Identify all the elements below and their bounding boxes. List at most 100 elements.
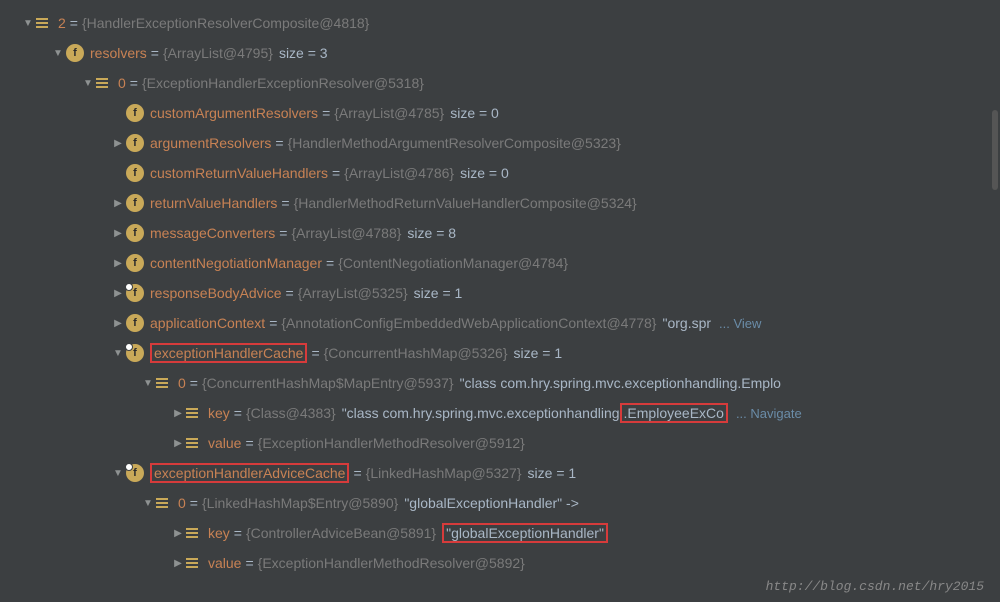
- var-value: {ArrayList@4795}: [163, 45, 273, 61]
- var-name: argumentResolvers: [150, 135, 271, 151]
- var-value: {ControllerAdviceBean@5891}: [246, 525, 436, 541]
- collapse-icon[interactable]: ▶: [170, 435, 186, 451]
- field-icon: f: [126, 254, 144, 272]
- equals: =: [326, 255, 334, 271]
- collapse-icon[interactable]: ▶: [110, 225, 126, 241]
- var-name: 0: [178, 495, 186, 511]
- tree-row-applicationContext[interactable]: ▶ f applicationContext = {AnnotationConf…: [0, 308, 1000, 338]
- tree-row-returnValueHandlers[interactable]: ▶ f returnValueHandlers = {HandlerMethod…: [0, 188, 1000, 218]
- collapse-icon[interactable]: ▶: [170, 405, 186, 421]
- var-name-highlighted: exceptionHandlerAdviceCache: [150, 463, 349, 483]
- tree-row-exceptionHandlerCache[interactable]: ▼ f exceptionHandlerCache = {ConcurrentH…: [0, 338, 1000, 368]
- var-value: {ExceptionHandlerMethodResolver@5912}: [258, 435, 525, 451]
- var-extra: size = 0: [460, 165, 509, 181]
- var-value: {ArrayList@4786}: [344, 165, 454, 181]
- tree-row-ehac-key[interactable]: ▶ key = {ControllerAdviceBean@5891} "glo…: [0, 518, 1000, 548]
- collapse-icon[interactable]: ▶: [110, 255, 126, 271]
- expand-icon[interactable]: ▼: [110, 465, 126, 481]
- list-icon: [36, 15, 52, 31]
- collapse-icon[interactable]: ▶: [110, 285, 126, 301]
- watermark: http://blog.csdn.net/hry2015: [766, 579, 984, 594]
- expand-icon[interactable]: ▼: [110, 345, 126, 361]
- var-value: {ArrayList@5325}: [298, 285, 408, 301]
- expand-icon[interactable]: ▼: [80, 75, 96, 91]
- field-icon: f: [126, 134, 144, 152]
- var-value: {HandlerMethodReturnValueHandlerComposit…: [294, 195, 637, 211]
- equals: =: [130, 75, 138, 91]
- var-name: value: [208, 435, 241, 451]
- equals: =: [234, 405, 242, 421]
- expand-icon[interactable]: ▼: [50, 45, 66, 61]
- var-value: {Class@4383}: [246, 405, 336, 421]
- collapse-icon[interactable]: ▶: [170, 525, 186, 541]
- var-extra: size = 0: [450, 105, 499, 121]
- expand-icon[interactable]: ▼: [140, 375, 156, 391]
- equals: =: [190, 495, 198, 511]
- equals: =: [245, 435, 253, 451]
- tree-row-contentNegotiationManager[interactable]: ▶ f contentNegotiationManager = {Content…: [0, 248, 1000, 278]
- collapse-icon[interactable]: ▶: [110, 135, 126, 151]
- equals: =: [322, 105, 330, 121]
- equals: =: [311, 345, 319, 361]
- collapse-icon[interactable]: ▶: [170, 555, 186, 571]
- navigate-link[interactable]: ... Navigate: [736, 406, 802, 421]
- collapse-icon[interactable]: ▶: [110, 315, 126, 331]
- list-icon: [96, 75, 112, 91]
- view-link[interactable]: ... View: [719, 316, 761, 331]
- tree-row-ehac-0[interactable]: ▼ 0 = {LinkedHashMap$Entry@5890} "global…: [0, 488, 1000, 518]
- field-icon: f: [126, 284, 144, 302]
- var-value: {ConcurrentHashMap$MapEntry@5937}: [202, 375, 454, 391]
- list-icon: [156, 495, 172, 511]
- equals: =: [269, 315, 277, 331]
- equals: =: [275, 135, 283, 151]
- var-name: 0: [118, 75, 126, 91]
- var-string: "globalExceptionHandler" ->: [404, 495, 579, 511]
- expand-icon[interactable]: ▼: [20, 15, 36, 31]
- list-icon: [186, 405, 202, 421]
- debug-variables-tree[interactable]: ▼ 2 = {HandlerExceptionResolverComposite…: [0, 0, 1000, 586]
- tree-row-resolvers[interactable]: ▼ f resolvers = {ArrayList@4795} size = …: [0, 38, 1000, 68]
- tree-row-responseBodyAdvice[interactable]: ▶ f responseBodyAdvice = {ArrayList@5325…: [0, 278, 1000, 308]
- tree-row-ehac-value[interactable]: ▶ value = {ExceptionHandlerMethodResolve…: [0, 548, 1000, 578]
- var-extra: size = 1: [528, 465, 577, 481]
- collapse-icon[interactable]: ▶: [110, 195, 126, 211]
- tree-row-ehc-key[interactable]: ▶ key = {Class@4383} "class com.hry.spri…: [0, 398, 1000, 428]
- field-icon: f: [126, 104, 144, 122]
- tree-row-messageConverters[interactable]: ▶ f messageConverters = {ArrayList@4788}…: [0, 218, 1000, 248]
- list-icon: [186, 555, 202, 571]
- var-value: {ConcurrentHashMap@5326}: [324, 345, 508, 361]
- var-value: {AnnotationConfigEmbeddedWebApplicationC…: [281, 315, 656, 331]
- tree-row-exceptionHandlerAdviceCache[interactable]: ▼ f exceptionHandlerAdviceCache = {Linke…: [0, 458, 1000, 488]
- var-string: "class com.hry.spring.mvc.exceptionhandl…: [460, 375, 781, 391]
- scrollbar-thumb[interactable]: [992, 110, 998, 190]
- equals: =: [234, 525, 242, 541]
- equals: =: [151, 45, 159, 61]
- field-icon: f: [126, 314, 144, 332]
- list-icon: [186, 435, 202, 451]
- field-icon: f: [66, 44, 84, 62]
- var-name: key: [208, 405, 230, 421]
- var-name: 0: [178, 375, 186, 391]
- tree-row-argumentResolvers[interactable]: ▶ f argumentResolvers = {HandlerMethodAr…: [0, 128, 1000, 158]
- var-name: messageConverters: [150, 225, 275, 241]
- var-value: {LinkedHashMap@5327}: [366, 465, 522, 481]
- tree-row-item0[interactable]: ▼ 0 = {ExceptionHandlerExceptionResolver…: [0, 68, 1000, 98]
- equals: =: [70, 15, 78, 31]
- tree-row-ehc-value[interactable]: ▶ value = {ExceptionHandlerMethodResolve…: [0, 428, 1000, 458]
- var-value: {HandlerMethodArgumentResolverComposite@…: [288, 135, 621, 151]
- var-extra: size = 3: [279, 45, 328, 61]
- equals: =: [245, 555, 253, 571]
- var-name: contentNegotiationManager: [150, 255, 322, 271]
- expand-icon[interactable]: ▼: [140, 495, 156, 511]
- tree-row-customReturnValueHandlers[interactable]: f customReturnValueHandlers = {ArrayList…: [0, 158, 1000, 188]
- tree-row-ehc-0[interactable]: ▼ 0 = {ConcurrentHashMap$MapEntry@5937} …: [0, 368, 1000, 398]
- var-value: {ArrayList@4788}: [291, 225, 401, 241]
- tree-row-customArgumentResolvers[interactable]: f customArgumentResolvers = {ArrayList@4…: [0, 98, 1000, 128]
- list-icon: [186, 525, 202, 541]
- equals: =: [286, 285, 294, 301]
- list-icon: [156, 375, 172, 391]
- var-extra: size = 1: [514, 345, 563, 361]
- field-icon: f: [126, 344, 144, 362]
- tree-row-root[interactable]: ▼ 2 = {HandlerExceptionResolverComposite…: [0, 8, 1000, 38]
- var-name: applicationContext: [150, 315, 265, 331]
